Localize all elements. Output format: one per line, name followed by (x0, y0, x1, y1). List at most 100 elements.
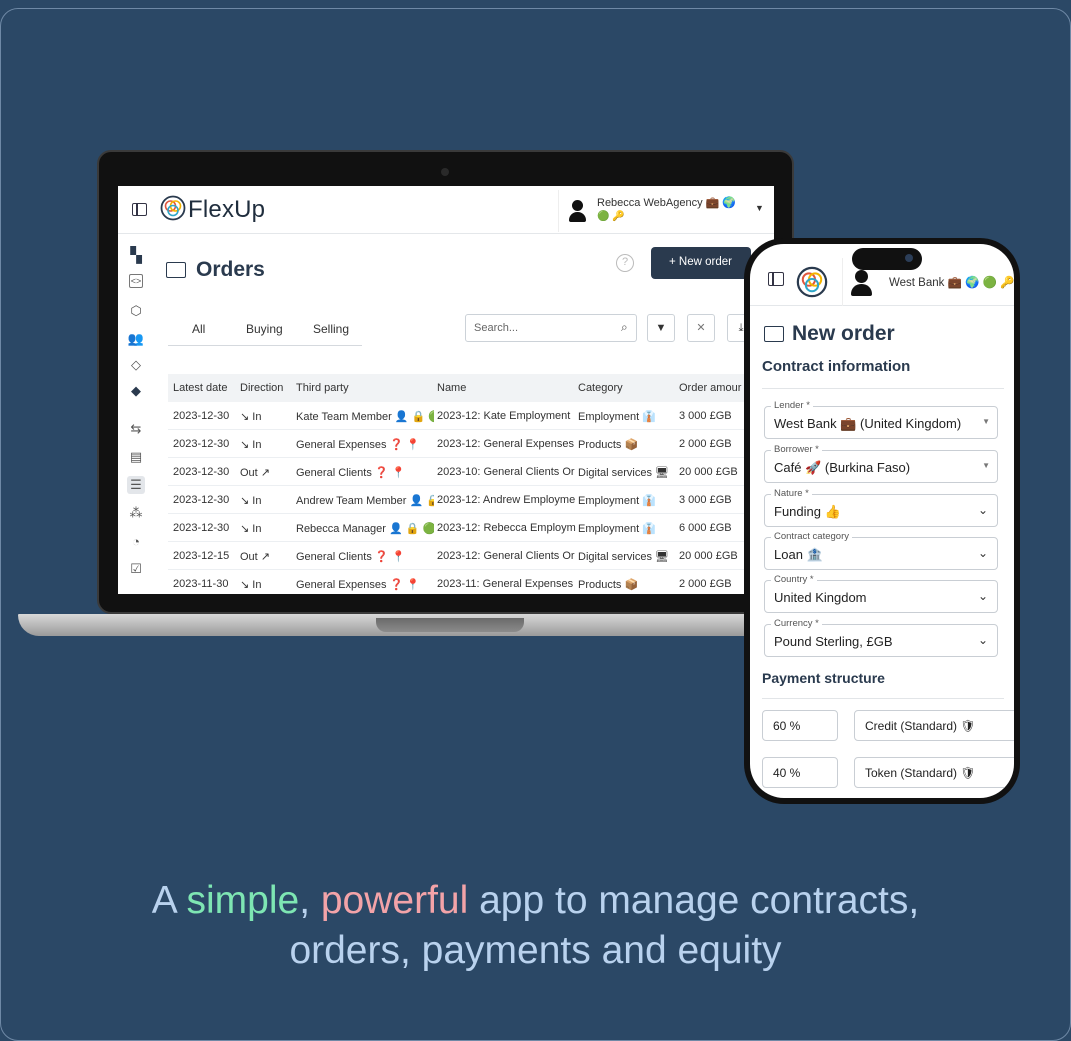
check-icon[interactable]: ☑ (127, 560, 145, 578)
column-header[interactable]: Category (578, 382, 623, 394)
column-header[interactable]: Latest date (173, 382, 227, 394)
box-icon[interactable]: ⬡ (127, 302, 145, 320)
table-row[interactable]: 2023-11-30 ↘ In General Expenses ❓ 📍 2023-1… (168, 570, 774, 594)
user-menu[interactable]: Rebecca WebAgency 💼 🌍 🟢 🔑 ▼ (558, 190, 774, 232)
table-cell: General Clients ❓ 📍 (296, 467, 406, 479)
table-cell: 2023-12: Kate Employment (437, 410, 571, 422)
table-row[interactable]: 2023-12-30 Out ↗ General Clients ❓ 📍 2023-1… (168, 458, 774, 486)
table-cell: General Expenses ❓ 📍 (296, 579, 421, 591)
user-badges: 🟢 🔑 (597, 211, 625, 222)
page-title: Orders (196, 258, 265, 281)
country-select[interactable]: Country * United Kingdom ⌄ (764, 574, 998, 613)
tagline: A simple, powerful app to manage contrac… (151, 879, 920, 972)
tag-icon[interactable]: ◇ (127, 356, 145, 374)
new-order-button[interactable]: + New order (651, 247, 751, 279)
tab-selling[interactable]: Selling (313, 322, 349, 336)
code-icon[interactable]: <> (129, 274, 143, 288)
divider (762, 388, 1004, 389)
table-cell: 2023-12: Rebecca Employm (437, 522, 576, 534)
swap-icon[interactable]: ⇆ (127, 420, 145, 438)
sidebar-toggle-icon[interactable] (768, 272, 784, 286)
search-input[interactable]: Search... (465, 314, 637, 342)
user-avatar-icon (569, 200, 586, 224)
chevron-down-icon: ⌄ (977, 503, 988, 517)
table-cell: Out ↗ (240, 467, 271, 479)
dashboard-icon[interactable]: ▚ (127, 246, 145, 264)
table-cell: 2023-12-30 (173, 494, 230, 506)
table-cell: Employment 👔 (578, 495, 656, 507)
table-cell: 2023-11-30 (173, 578, 229, 590)
table-cell: 2023-12: General Expenses (437, 438, 574, 450)
table-cell: Employment 👔 (578, 411, 656, 423)
orders-icon[interactable]: ☰ (127, 476, 145, 494)
payment-section-title: Payment structure (762, 670, 885, 686)
document-icon[interactable]: ▤ (127, 448, 145, 466)
table-cell: 2023-11: General Expenses (437, 578, 574, 590)
users-icon[interactable]: 👥 (127, 330, 145, 348)
user-avatar-icon (851, 270, 872, 298)
tagline-highlight-powerful: powerful (320, 879, 469, 922)
column-header[interactable]: Name (437, 382, 466, 394)
table-cell: ↘ In (240, 523, 262, 535)
help-icon[interactable]: ? (616, 254, 634, 272)
chart-icon[interactable]: ◔ (127, 532, 145, 550)
new-order-title-icon (764, 326, 784, 342)
network-icon[interactable]: ⁂ (127, 504, 145, 522)
table-row[interactable]: 2023-12-30 ↘ In Rebecca Manager 👤 🔒 🟢 2023-… (168, 514, 774, 542)
table-cell: 2 000 £GB (679, 578, 732, 590)
table-cell: 20 000 £GB (679, 550, 738, 562)
orders-title-icon (166, 262, 186, 278)
tag-filled-icon[interactable]: ◆ (127, 382, 145, 400)
table-row[interactable]: 2023-12-30 ↘ In Andrew Team Member 👤 🔒 2023… (168, 486, 774, 514)
sidebar-toggle-icon[interactable] (132, 203, 147, 216)
table-cell: 2023-12: General Clients Or (437, 550, 575, 562)
user-name: West Bank 💼 🌍 🟢 🔑 (889, 277, 1014, 289)
flexup-logo-icon (796, 266, 828, 298)
column-header[interactable]: Order amour (679, 382, 749, 394)
divider (762, 698, 1004, 699)
contract-category-select[interactable]: Contract category Loan 🏦 ⌄ (764, 531, 998, 570)
table-cell: 2023-10: General Clients Or (437, 466, 575, 478)
borrower-select[interactable]: Borrower * Café 🚀 (Burkina Faso) ▼ (764, 444, 998, 483)
table-cell: Digital services 🖥 (578, 467, 669, 479)
table-cell: ↘ In (240, 411, 262, 423)
table-cell: 2023-12-30 (173, 410, 230, 422)
chevron-down-icon[interactable]: ▼ (755, 203, 764, 213)
table-cell: 6 000 £GB (679, 522, 732, 534)
table-cell: 2023-12: Andrew Employme (437, 494, 576, 506)
tab-all[interactable]: All (192, 322, 205, 336)
table-cell: ↘ In (240, 495, 262, 507)
payment-percent-input[interactable]: 60 % (762, 710, 838, 741)
currency-select[interactable]: Currency * Pound Sterling, £GB ⌄ (764, 618, 998, 657)
flexup-logo-icon (160, 195, 186, 221)
table-cell: 2023-12-15 (173, 550, 230, 562)
laptop-notch (376, 618, 524, 632)
table-cell: ↘ In (240, 579, 262, 591)
user-name: Rebecca WebAgency 💼 🌍 (597, 197, 737, 209)
table-cell: General Clients ❓ 📍 (296, 551, 406, 563)
payment-type-select[interactable]: Token (Standard) 🛡 (854, 757, 1014, 788)
page-title: New order (792, 322, 895, 345)
table-row[interactable]: 2023-12-15 Out ↗ General Clients ❓ 📍 2023-1… (168, 542, 774, 570)
column-header[interactable]: Third party (296, 382, 349, 394)
table-row[interactable]: 2023-12-30 ↘ In General Expenses ❓ 📍 2023-1… (168, 430, 774, 458)
table-cell: Digital services 🖥 (578, 551, 669, 563)
table-cell: 2023-12-30 (173, 438, 230, 450)
clear-filter-button[interactable]: ✕ (687, 314, 715, 342)
lender-select[interactable]: Lender * West Bank 💼 (United Kingdom) ▼ (764, 400, 998, 439)
table-row[interactable]: 2023-12-30 ↘ In Kate Team Member 👤 🔒 🟢 2023… (168, 402, 774, 430)
chevron-down-icon: ⌄ (977, 633, 988, 647)
table-cell: Products 📦 (578, 439, 639, 451)
payment-percent-input[interactable]: 40 % (762, 757, 838, 788)
column-header[interactable]: Direction (240, 382, 283, 394)
table-cell: ↘ In (240, 439, 262, 451)
tab-buying[interactable]: Buying (246, 322, 283, 336)
table-cell: Employment 👔 (578, 523, 656, 535)
chevron-down-icon: ⌄ (977, 589, 988, 603)
filter-button[interactable]: ▼ (647, 314, 675, 342)
table-cell: Andrew Team Member 👤 🔒 (296, 495, 434, 507)
table-cell: Rebecca Manager 👤 🔒 🟢 (296, 523, 434, 535)
nature-select[interactable]: Nature * Funding 👍 ⌄ (764, 488, 998, 527)
payment-type-select[interactable]: Credit (Standard) 🛡 (854, 710, 1014, 741)
table-cell: 2023-12-30 (173, 466, 230, 478)
